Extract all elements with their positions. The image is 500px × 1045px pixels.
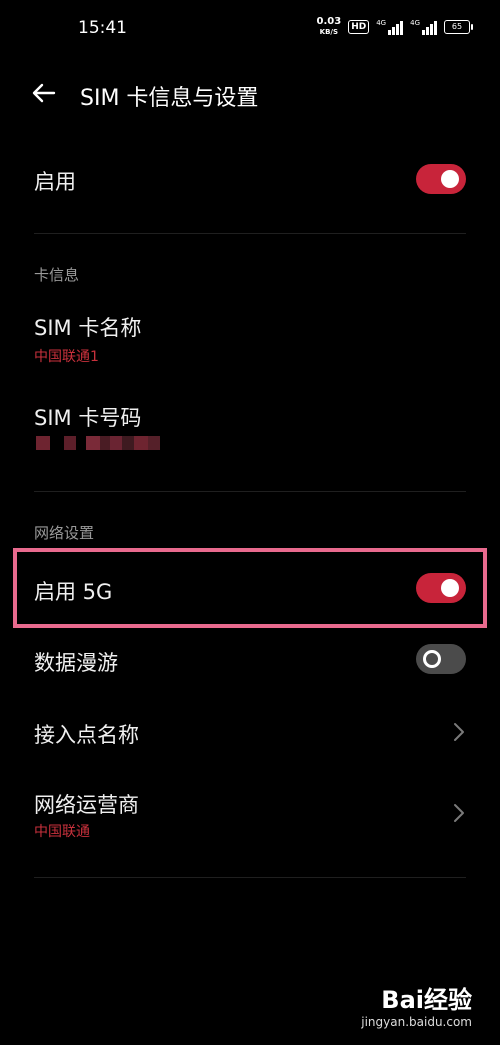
apn-label: 接入点名称 <box>34 723 139 747</box>
network-speed: 0.03 KB/S <box>316 16 342 37</box>
carrier-label: 网络运营商 <box>34 793 139 817</box>
data-roaming-label: 数据漫游 <box>34 651 118 675</box>
page-header: SIM 卡信息与设置 <box>0 60 500 130</box>
sim-name-value: 中国联通1 <box>34 349 99 365</box>
chevron-right-icon <box>454 723 464 741</box>
redacted-phone-number <box>36 436 160 450</box>
divider <box>34 233 466 234</box>
divider <box>34 877 466 878</box>
sim-name-row[interactable]: SIM 卡名称 中国联通1 <box>0 300 500 375</box>
signal-icon-2: 4G <box>410 19 437 35</box>
watermark-url: jingyan.baidu.com <box>361 1015 472 1029</box>
chevron-right-icon <box>454 804 464 822</box>
sim-number-label: SIM 卡号码 <box>34 406 142 430</box>
toggle-knob <box>423 650 441 668</box>
apn-row[interactable]: 接入点名称 <box>0 700 500 766</box>
sim-number-row[interactable]: SIM 卡号码 <box>0 390 500 465</box>
page-title: SIM 卡信息与设置 <box>80 86 259 111</box>
sim-name-label: SIM 卡名称 <box>34 316 142 340</box>
carrier-row[interactable]: 网络运营商 中国联通 <box>0 775 500 851</box>
carrier-value: 中国联通 <box>34 824 90 840</box>
watermark-brand: Bai经验 <box>381 986 472 1014</box>
enable-sim-row[interactable]: 启用 <box>0 150 500 210</box>
data-roaming-row[interactable]: 数据漫游 <box>0 630 500 690</box>
battery-icon: 65 <box>444 20 473 34</box>
hd-voice-icon: HD <box>348 20 370 34</box>
back-arrow-icon[interactable] <box>30 78 60 108</box>
section-network-settings: 网络设置 <box>34 524 95 542</box>
status-time: 15:41 <box>78 18 127 38</box>
enable-sim-toggle[interactable] <box>416 164 466 194</box>
section-card-info: 卡信息 <box>34 266 80 284</box>
highlight-box <box>13 548 487 628</box>
data-roaming-toggle[interactable] <box>416 644 466 674</box>
signal-icon: 4G <box>376 19 404 35</box>
baidu-watermark: Bai经验 jingyan.baidu.com <box>361 980 472 1029</box>
toggle-knob <box>441 170 459 188</box>
divider <box>34 491 466 492</box>
status-bar: 15:41 0.03 KB/S HD 4G 4G 65 <box>0 0 500 58</box>
status-icons: 0.03 KB/S HD 4G 4G 65 <box>316 16 473 37</box>
enable-label: 启用 <box>34 170 76 194</box>
